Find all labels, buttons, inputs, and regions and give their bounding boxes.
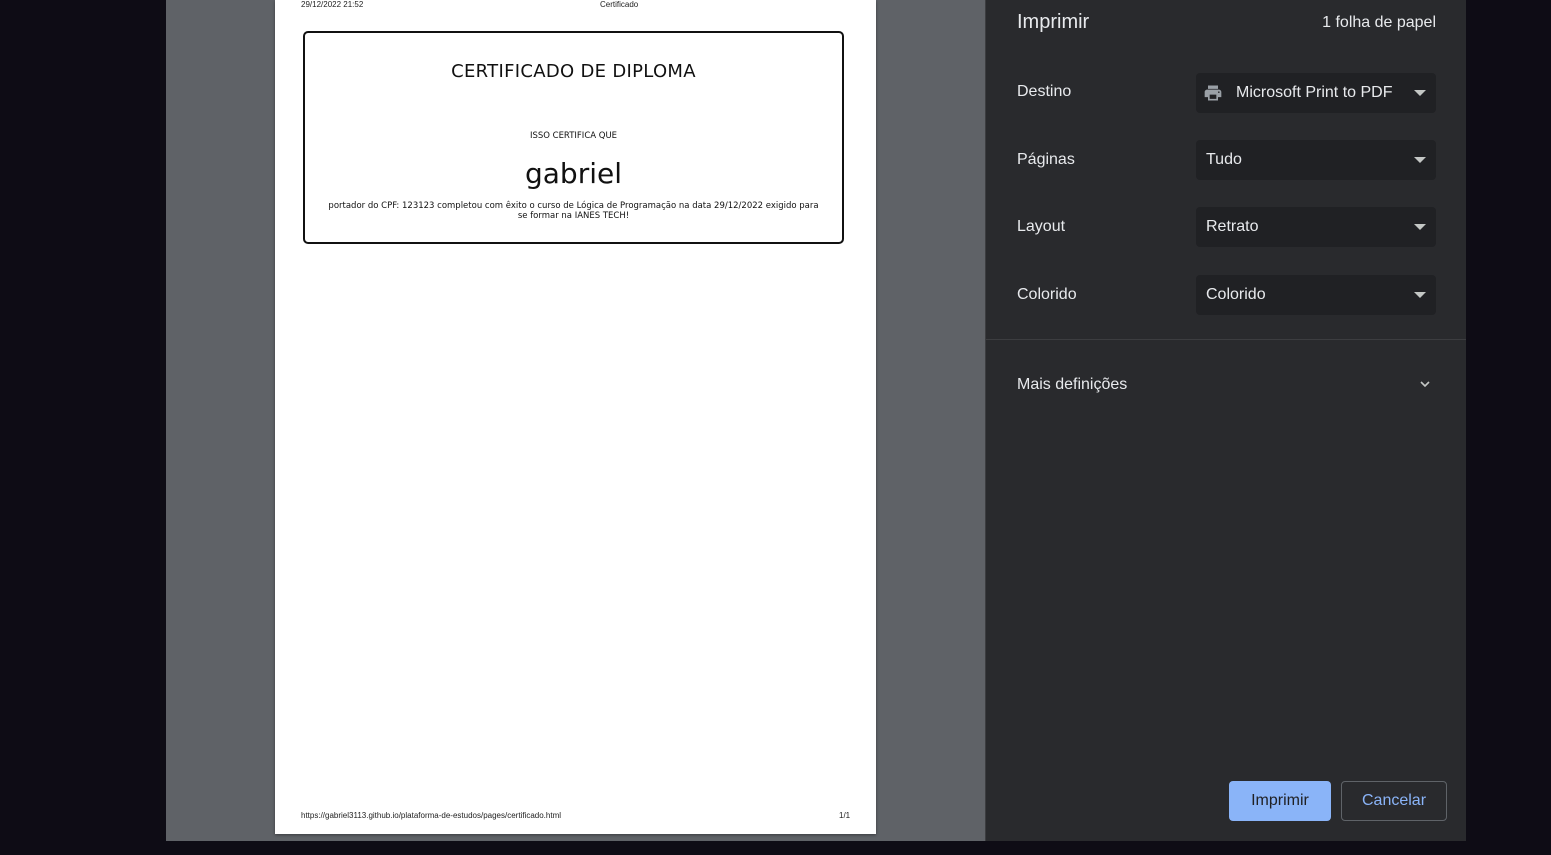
more-settings-toggle[interactable]: Mais definições xyxy=(986,365,1466,405)
certificate-frame: CERTIFICADO DE DIPLOMA ISSO CERTIFICA QU… xyxy=(303,31,844,244)
page-footer-number: 1/1 xyxy=(839,811,851,820)
preview-page: 29/12/2022 21:52 Certificado CERTIFICADO… xyxy=(275,0,876,834)
pages-value: Tudo xyxy=(1206,151,1242,168)
cancel-button[interactable]: Cancelar xyxy=(1341,781,1447,821)
layout-label: Layout xyxy=(1017,218,1066,235)
chevron-down-icon xyxy=(1414,224,1426,230)
sheet-count: 1 folha de papel xyxy=(1322,14,1436,31)
destination-select[interactable]: Microsoft Print to PDF xyxy=(1196,73,1436,113)
certificate-body-text: portador do CPF: 123123 completou com êx… xyxy=(328,201,819,221)
page-footer-url: https://gabriel3113.github.io/plataforma… xyxy=(301,811,562,820)
dim-overlay-right xyxy=(1466,0,1551,855)
destination-label: Destino xyxy=(1017,83,1072,100)
section-divider xyxy=(986,339,1466,340)
color-select[interactable]: Colorido xyxy=(1196,275,1436,315)
chevron-down-icon xyxy=(1420,381,1430,388)
layout-select[interactable]: Retrato xyxy=(1196,207,1436,247)
layout-value: Retrato xyxy=(1206,218,1259,235)
panel-title: Imprimir xyxy=(1017,11,1090,33)
pages-select[interactable]: Tudo xyxy=(1196,140,1436,180)
dim-overlay-left xyxy=(0,0,166,855)
page-header-title: Certificado xyxy=(600,0,639,9)
print-preview-area[interactable]: 29/12/2022 21:52 Certificado CERTIFICADO… xyxy=(166,0,985,841)
certificate-subtitle: ISSO CERTIFICA QUE xyxy=(529,131,618,141)
certificate-recipient-name: gabriel xyxy=(524,157,622,190)
page-header-date: 29/12/2022 21:52 xyxy=(301,0,364,9)
more-settings-label: Mais definições xyxy=(1017,376,1128,393)
certificate-title: CERTIFICADO DE DIPLOMA xyxy=(451,61,696,82)
chevron-down-icon xyxy=(1414,292,1426,298)
color-value: Colorido xyxy=(1206,286,1266,303)
chevron-down-icon xyxy=(1414,157,1426,163)
print-settings-panel: Imprimir 1 folha de papel Destino Micros… xyxy=(985,0,1466,841)
print-button[interactable]: Imprimir xyxy=(1229,781,1331,821)
color-label: Colorido xyxy=(1017,286,1077,303)
destination-value: Microsoft Print to PDF xyxy=(1236,84,1393,101)
dim-overlay-bottom xyxy=(0,841,1551,855)
chevron-down-icon xyxy=(1414,90,1426,96)
pages-label: Páginas xyxy=(1017,151,1075,168)
printer-icon xyxy=(1204,85,1222,101)
